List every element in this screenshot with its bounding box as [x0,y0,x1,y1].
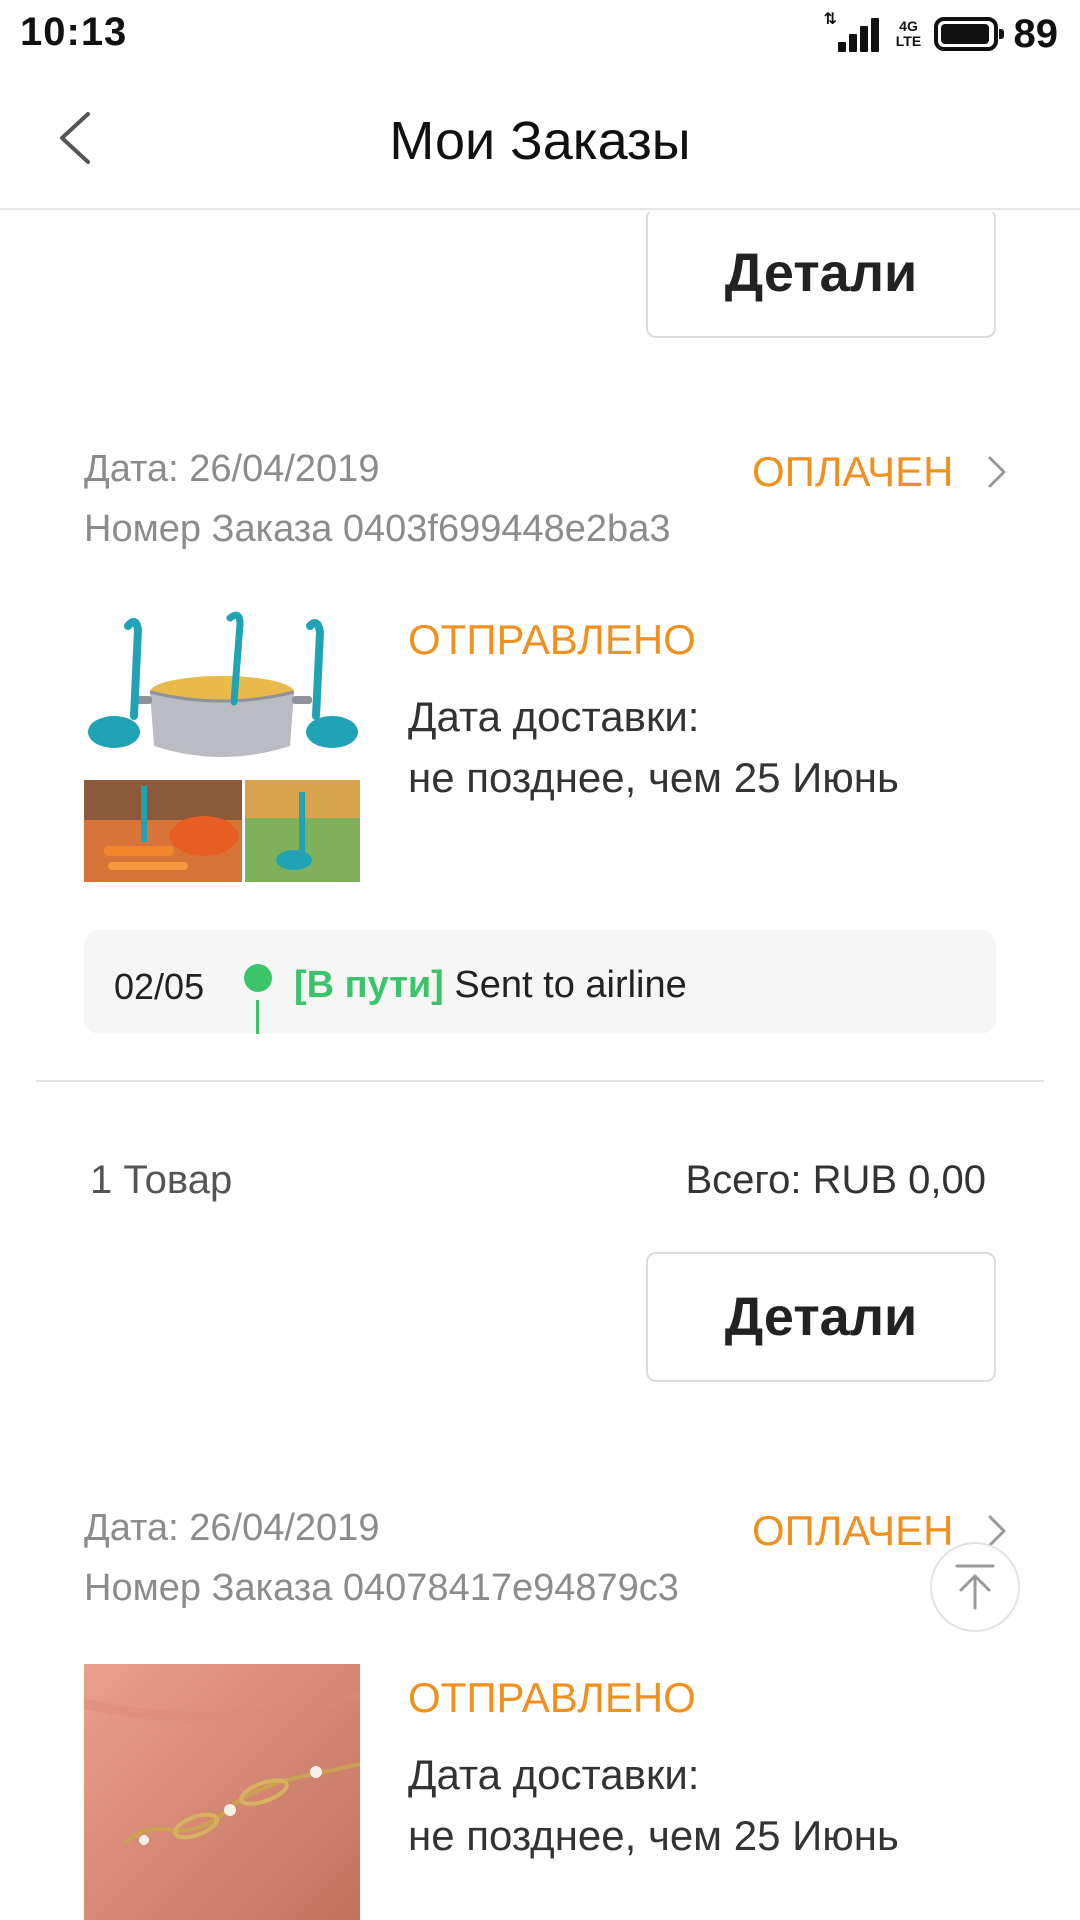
tracking-line [256,1000,259,1034]
order-total: Всего: RUB 0,00 [685,1158,986,1202]
status-icons: ⇅ 4G LTE 89 [824,12,1059,56]
details-button[interactable]: Детали [646,1252,996,1382]
product-image[interactable] [84,606,360,882]
shipment-status: ОТПРАВЛЕНО [408,1674,696,1721]
order-number: Номер Заказа 04078417e94879c3 [84,1567,679,1609]
scroll-to-top-button[interactable] [930,1542,1020,1632]
arrow-up-icon [955,1564,995,1610]
order-status[interactable]: ОПЛАЧЕН [752,448,954,496]
shipment-status: ОТПРАВЛЕНО [408,616,696,663]
order-date: Дата: 26/04/2019 [84,448,380,490]
battery-level: 89 [1013,11,1059,56]
signal-icon: ⇅ [824,12,884,54]
network-type-icon: 4G LTE [895,18,922,49]
order-status[interactable]: ОПЛАЧЕН [752,1507,954,1555]
tracking-date: 02/05 [114,966,205,1007]
status-bar: 10:13 ⇅ 4G LTE 89 [0,0,1080,68]
delivery-date-label: Дата доставки: [408,693,700,740]
tracking-event: [В пути] Sent to airline [294,964,687,1007]
status-time: 10:13 [20,10,128,54]
delivery-date-value: не позднее, чем 25 Июнь [408,754,899,801]
app-header: Мои Заказы [0,68,1080,210]
tracking-dot-icon [244,964,272,992]
page-title: Мои Заказы [389,111,691,171]
orders-list[interactable]: Детали Дата: 26/04/2019 Номер Заказа 040… [0,212,1080,1920]
chevron-right-icon[interactable] [984,454,1010,490]
product-image[interactable] [84,1664,360,1920]
delivery-date-value: не позднее, чем 25 Июнь [408,1812,899,1859]
divider [36,1080,1044,1082]
tracking-tag: [В пути] [294,964,444,1006]
tracking-summary[interactable]: 02/05 [В пути] Sent to airline [84,930,996,1034]
item-count: 1 Товар [90,1158,233,1202]
order-date: Дата: 26/04/2019 [84,1507,380,1549]
tracking-text: Sent to airline [454,964,687,1006]
delivery-date-label: Дата доставки: [408,1751,700,1798]
order-number: Номер Заказа 0403f699448e2ba3 [84,508,671,550]
battery-icon [933,17,1004,51]
details-button[interactable]: Детали [646,212,996,338]
